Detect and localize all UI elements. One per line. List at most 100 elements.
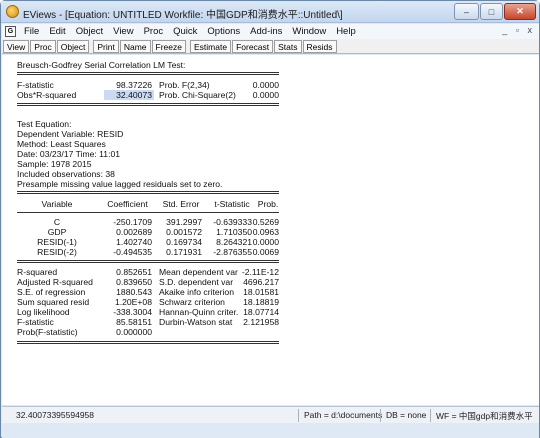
info-line: Test Equation: [17,119,72,129]
lm-value-obs[interactable]: 32.40073 [97,90,152,100]
lm-prob-f[interactable]: 0.0000 [234,80,279,90]
stat-value: 18.01581 [243,287,279,297]
menu-view[interactable]: View [108,26,138,37]
test-heading: Breusch-Godfrey Serial Correlation LM Te… [17,60,186,70]
stat-value: -338.3004 [113,307,152,317]
lm-label-f: F-statistic [17,80,54,90]
menu-add-ins[interactable]: Add-ins [245,26,287,37]
equation-output[interactable]: Breusch-Godfrey Serial Correlation LM Te… [2,55,539,405]
col-header-std-error: Std. Error [162,199,200,209]
menu-window[interactable]: Window [287,26,331,37]
toolbar-view-button[interactable]: View [3,39,30,53]
object-toolbar: View Proc Object Print Name Freeze Estim… [2,39,539,54]
stat-value: 0.000000 [116,327,152,337]
info-line: Presample missing value lagged residuals… [17,179,223,189]
maximize-button[interactable]: □ [480,3,503,20]
status-bar: 32.40073395594958 Path = d:\documents DB… [2,406,539,423]
variable-name: GDP [47,227,67,237]
menu-edit[interactable]: Edit [44,26,70,37]
lm-prob-label-obs: Prob. Chi-Square(2) [159,90,236,100]
status-value: 32.40073395594958 [16,410,94,420]
variable-name: RESID(-2) [37,247,77,257]
divider [17,103,279,106]
t-statistic-value: -0.639333 [213,217,252,227]
minimize-icon: – [463,6,469,17]
stat-label: Schwarz criterion [159,297,225,307]
col-header-t-statistic: t-Statistic [214,199,250,209]
status-workfile[interactable]: WF = 中国gdp和消费水平 [436,410,533,422]
stat-label: Log likelihood [17,307,70,317]
coefficient-value: 0.002689 [116,227,152,237]
toolbar-stats-button[interactable]: Stats [274,39,302,53]
toolbar-resids-button[interactable]: Resids [302,39,337,53]
col-header-coefficient: Coefficient [107,199,148,209]
eviews-app-icon[interactable] [6,5,19,18]
stat-label: Mean dependent var [159,267,238,277]
prob-value: 0.0000 [252,237,279,247]
toolbar-object-button[interactable]: Object [56,39,90,53]
std-error-value: 391.2997 [166,217,202,227]
title-bar[interactable]: EViews - [Equation: UNTITLED Workfile: 中… [1,1,539,23]
toolbar-proc-button[interactable]: Proc [30,39,56,53]
eviews-doc-icon[interactable]: G [5,26,16,37]
divider [17,260,279,263]
std-error-value: 0.001572 [166,227,202,237]
stat-label: S.E. of regression [17,287,86,297]
menu-object[interactable]: Object [71,26,108,37]
stat-label: S.D. dependent var [159,277,234,287]
stat-value: 2.121958 [243,317,279,327]
window-bottom-border [2,424,539,438]
info-line: Dependent Variable: RESID [17,129,124,139]
std-error-value: 0.171931 [166,247,202,257]
std-error-value: 0.169734 [166,237,202,247]
stat-value: 18.07714 [243,307,279,317]
menu-options[interactable]: Options [202,26,245,37]
menu-quick[interactable]: Quick [168,26,202,37]
divider [17,72,279,75]
stat-value: 1880.543 [116,287,152,297]
menu-bar: G File Edit Object View Proc Quick Optio… [2,24,539,39]
stat-value: 4696.217 [243,277,279,287]
toolbar-forecast-button[interactable]: Forecast [232,39,274,53]
stat-value: 18.18819 [243,297,279,307]
info-line: Date: 03/23/17 Time: 11:01 [17,149,121,159]
prob-value: 0.0069 [252,247,279,257]
stat-value: 1.20E+08 [114,297,152,307]
menu-file[interactable]: File [19,26,44,37]
stat-value: 85.58151 [116,317,152,327]
close-icon: ✕ [516,6,524,16]
window-title: EViews - [Equation: UNTITLED Workfile: 中… [23,10,343,21]
toolbar-freeze-button[interactable]: Freeze [151,39,186,53]
col-header-prob: Prob. [257,199,279,209]
toolbar-estimate-button[interactable]: Estimate [189,39,232,53]
prob-value: 0.5269 [252,217,279,227]
toolbar-print-button[interactable]: Print [93,39,119,53]
menu-proc[interactable]: Proc [139,26,169,37]
close-button[interactable]: ✕ [504,3,536,20]
divider [17,341,279,344]
col-header-variable: Variable [41,199,73,209]
lm-prob-label-f: Prob. F(2,34) [159,80,210,90]
stat-label: Adjusted R-squared [17,277,93,287]
divider [17,191,279,194]
mdi-window-controls[interactable]: _ ▫ x [502,25,535,35]
toolbar-name-button[interactable]: Name [119,39,151,53]
t-statistic-value: 1.710350 [216,227,252,237]
eviews-window: EViews - [Equation: UNTITLED Workfile: 中… [0,0,540,438]
minimize-button[interactable]: – [454,3,479,20]
status-separator [430,409,431,422]
stat-label: Hannan-Quinn criter. [159,307,239,317]
stat-label: Durbin-Watson stat [159,317,233,327]
stat-label: R-squared [17,267,58,277]
status-path[interactable]: Path = d:\documents [304,410,382,420]
status-separator [298,409,299,422]
status-db[interactable]: DB = none [386,410,426,420]
coefficient-value: -0.494535 [113,247,152,257]
t-statistic-value: 8.264321 [216,237,252,247]
lm-label-obs: Obs*R-squared [17,90,77,100]
coefficient-value: -250.1709 [113,217,152,227]
lm-value-f[interactable]: 98.37226 [97,80,152,90]
menu-help[interactable]: Help [331,26,361,37]
lm-prob-obs[interactable]: 0.0000 [234,90,279,100]
maximize-icon: □ [488,6,495,17]
